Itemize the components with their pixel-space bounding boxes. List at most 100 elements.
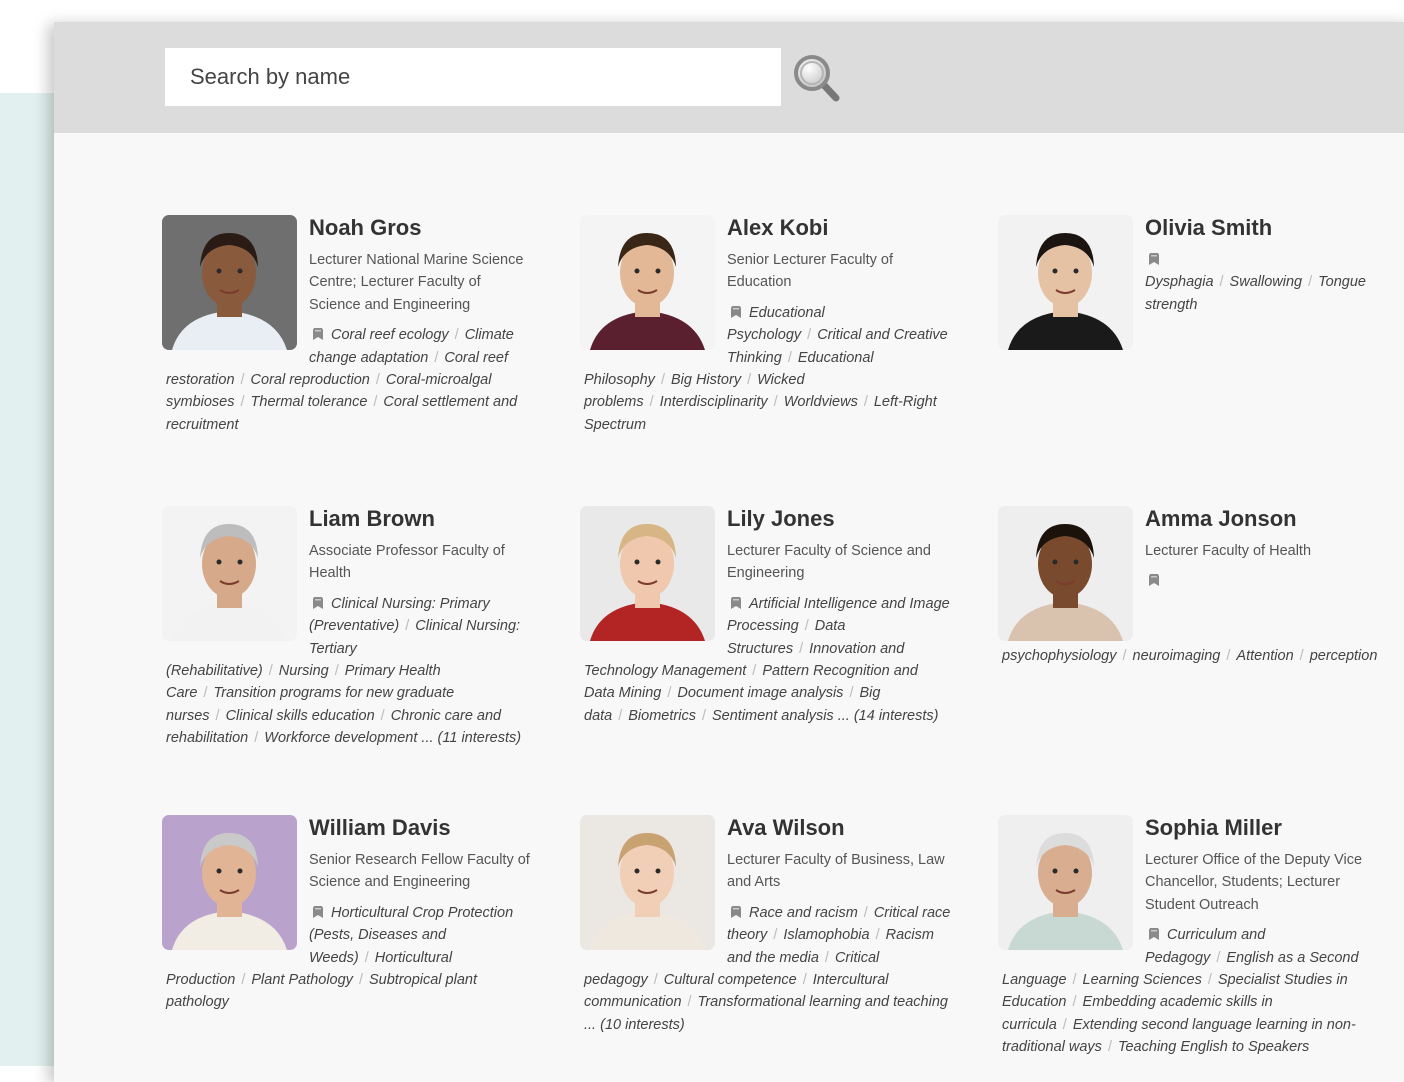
interest-separator: / [434, 349, 439, 366]
interest-separator: / [773, 927, 778, 944]
interest-link[interactable]: Islamophobia [783, 927, 869, 943]
interest-separator: / [807, 327, 812, 344]
interest-link[interactable]: Interdisciplinarity [660, 394, 768, 410]
interest-separator: / [240, 372, 245, 389]
interest-link[interactable]: Thermal tolerance [251, 394, 368, 410]
interest-separator: / [667, 685, 672, 702]
person-card: Olivia Smith Dysphagia / Swallowing / Tongue … [998, 215, 1370, 354]
interest-link[interactable]: Attention [1236, 648, 1293, 664]
interest-separator: / [1219, 274, 1224, 291]
interest-link[interactable]: psychophysiology [1002, 648, 1116, 664]
interest-link[interactable]: Worldviews [784, 394, 858, 410]
interest-separator: / [863, 904, 868, 921]
interest-separator: / [875, 927, 880, 944]
interest-separator: / [687, 994, 692, 1011]
interest-separator: / [364, 949, 369, 966]
interest-separator: / [240, 394, 245, 411]
person-photo[interactable] [998, 506, 1133, 641]
interest-link[interactable]: Biometrics [628, 708, 696, 724]
person-photo-image [162, 815, 297, 950]
interest-separator: / [1226, 648, 1231, 664]
interest-link[interactable]: Workforce development [264, 730, 417, 746]
interest-separator: / [773, 394, 778, 411]
interest-separator: / [1062, 1016, 1067, 1033]
interest-link[interactable]: Race and racism [749, 905, 858, 921]
side-background [0, 93, 60, 1066]
person-photo[interactable] [162, 506, 297, 641]
tag-icon [731, 905, 741, 918]
person-photo[interactable] [162, 215, 297, 350]
interest-separator: / [653, 972, 658, 989]
person-card: Liam Brown Associate Professor Faculty of… [162, 506, 534, 750]
person-card: Alex Kobi Senior Lecturer Faculty of Educ… [580, 215, 952, 436]
person-photo-image [580, 215, 715, 350]
person-photo-image [998, 815, 1133, 950]
interest-separator: / [701, 707, 706, 724]
person-photo-image [162, 215, 297, 350]
person-card: William Davis Senior Research Fellow Facu… [162, 815, 534, 1014]
interest-separator: / [215, 707, 220, 724]
interest-separator: / [649, 394, 654, 411]
interest-separator: / [849, 685, 854, 702]
interest-separator: / [660, 372, 665, 389]
interest-link[interactable]: Learning Sciences [1083, 972, 1202, 988]
interest-separator: / [747, 372, 752, 389]
search-input[interactable] [165, 48, 781, 106]
interest-link[interactable]: Big History [671, 372, 741, 388]
people-directory-panel: Noah GrosLecturer National Marine Scienc… [54, 22, 1404, 1082]
interest-separator: / [373, 394, 378, 411]
interest-separator: / [824, 949, 829, 966]
interest-separator: / [1308, 274, 1313, 291]
person-card: Amma Jonson Lecturer Faculty of Health psy… [998, 506, 1377, 667]
person-photo[interactable] [998, 215, 1133, 350]
interest-separator: / [1207, 972, 1212, 989]
person-card: Noah Gros Lecturer National Marine Scienc… [162, 215, 534, 436]
interest-separator: / [787, 349, 792, 366]
tag-icon [313, 596, 323, 609]
interest-separator: / [375, 372, 380, 389]
person-photo[interactable] [580, 506, 715, 641]
interest-link[interactable]: Clinical skills education [226, 708, 375, 724]
person-photo[interactable] [580, 215, 715, 350]
search-bar [54, 22, 1404, 133]
interest-link[interactable]: neuroimaging [1133, 648, 1221, 664]
more-interests-link[interactable]: ... (10 interests) [584, 1017, 685, 1033]
interest-link[interactable]: Coral reproduction [251, 372, 370, 388]
person-photo-image [580, 815, 715, 950]
interest-separator: / [268, 663, 273, 680]
interest-separator: / [1072, 972, 1077, 989]
interest-link[interactable]: Nursing [279, 663, 329, 679]
interest-link[interactable]: Sentiment analysis [712, 708, 834, 724]
person-photo-image [998, 506, 1133, 641]
interest-link[interactable]: Plant Pathology [251, 972, 353, 988]
interest-link[interactable]: Document image analysis [677, 685, 843, 701]
interest-link[interactable]: Coral reef ecology [331, 327, 449, 343]
more-interests-link[interactable]: ... (11 interests) [421, 730, 521, 746]
interest-link[interactable]: Transformational learning and teaching [698, 994, 948, 1010]
interest-link[interactable]: Dysphagia [1145, 274, 1214, 290]
tag-icon [1149, 928, 1159, 941]
interest-separator: / [454, 327, 459, 344]
interest-separator: / [380, 707, 385, 724]
interest-link[interactable]: Swallowing [1230, 274, 1303, 290]
person-photo[interactable] [162, 815, 297, 950]
interest-link[interactable]: Cultural competence [664, 972, 797, 988]
interest-separator: / [358, 972, 363, 989]
tag-icon [731, 596, 741, 609]
person-card: Ava Wilson Lecturer Faculty of Business, … [580, 815, 952, 1036]
interest-separator: / [804, 618, 809, 635]
person-photo[interactable] [998, 815, 1133, 950]
tag-icon [1149, 574, 1159, 587]
interest-separator: / [1216, 949, 1221, 966]
interest-separator: / [334, 663, 339, 680]
more-interests-link[interactable]: ... (14 interests) [838, 708, 939, 724]
tag-icon [313, 328, 323, 341]
search-button[interactable] [792, 53, 844, 105]
interest-separator: / [863, 394, 868, 411]
person-photo[interactable] [580, 815, 715, 950]
interest-link[interactable]: perception [1310, 648, 1378, 664]
tag-icon [731, 305, 741, 318]
interest-separator: / [802, 972, 807, 989]
interest-link[interactable]: Teaching English to Speakers [1118, 1039, 1309, 1055]
interest-separator: / [752, 663, 757, 680]
